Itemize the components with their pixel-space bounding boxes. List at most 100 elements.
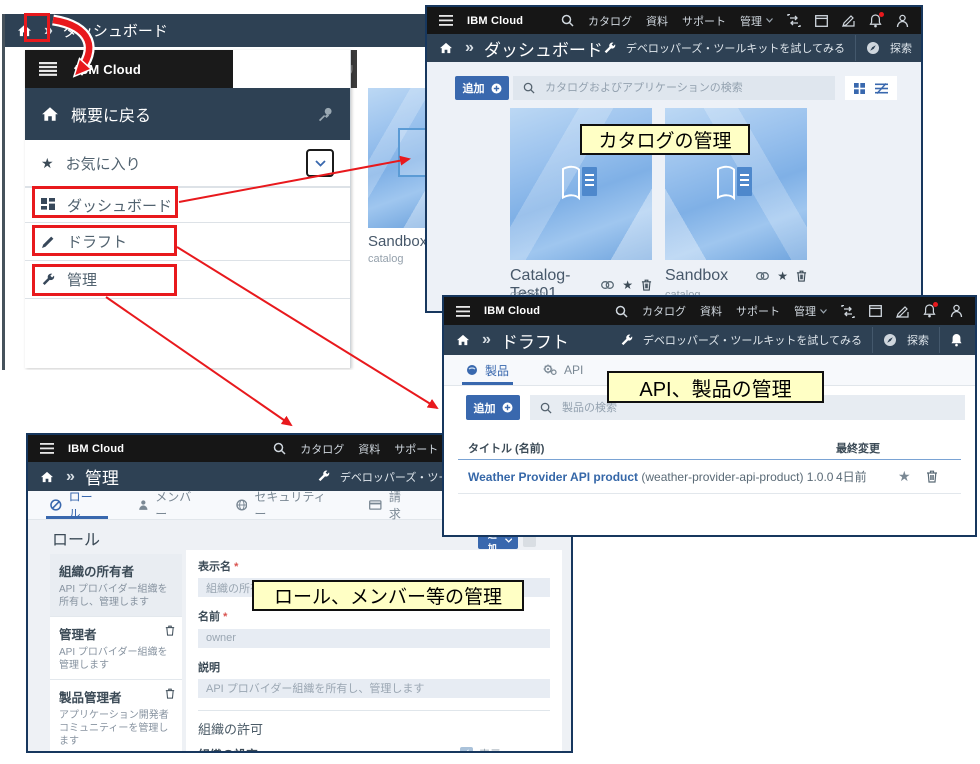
drafts-content: 追加 タイトル (名前) 最終変更 Weather Provider API p… bbox=[444, 386, 975, 535]
link-icon[interactable] bbox=[601, 281, 615, 289]
list-view-icon[interactable] bbox=[874, 82, 888, 94]
tab-members[interactable]: メンバー bbox=[138, 490, 202, 521]
user-avatar-icon[interactable] bbox=[896, 14, 909, 28]
window-icon[interactable] bbox=[869, 305, 882, 317]
catalog-search-input[interactable] bbox=[543, 81, 825, 95]
explore-link[interactable]: 探索 bbox=[907, 332, 929, 348]
switch-account-icon[interactable] bbox=[787, 14, 801, 27]
trash-icon[interactable] bbox=[165, 625, 175, 636]
role-desc: アプリケーション開発者コミュニティーを管理します bbox=[59, 710, 169, 747]
expand-menu-button[interactable]: » bbox=[482, 331, 491, 349]
product-link[interactable]: Weather Provider API product bbox=[468, 470, 638, 484]
search-icon[interactable] bbox=[615, 305, 628, 318]
page-header: » ドラフト デベロッパーズ・ツールキットを試してみる 探索 bbox=[444, 325, 975, 355]
explore-compass-icon[interactable] bbox=[866, 41, 880, 55]
add-button[interactable]: 追加 bbox=[455, 76, 509, 100]
annotated-screenshot-composite: » ダッシュボード リソースとオファリン Sandbox catalog bbox=[0, 0, 980, 764]
separator bbox=[939, 327, 940, 353]
section-title: ロール bbox=[52, 532, 101, 549]
table-row[interactable]: Weather Provider API product (weather-pr… bbox=[458, 460, 961, 494]
search-icon[interactable] bbox=[561, 14, 574, 27]
nav-manage[interactable]: 管理 bbox=[740, 13, 773, 29]
window-icon[interactable] bbox=[815, 14, 828, 27]
product-detail: (weather-provider-api-product) 1.0.0 bbox=[641, 469, 834, 484]
trash-icon[interactable] bbox=[926, 470, 938, 483]
star-icon[interactable]: ★ bbox=[898, 468, 911, 485]
notifications-bell-icon[interactable] bbox=[869, 11, 884, 28]
hamburger-icon[interactable] bbox=[40, 443, 54, 454]
explore-link[interactable]: 探索 bbox=[890, 40, 912, 56]
catalog-book-icon bbox=[562, 165, 597, 201]
toolkit-link[interactable]: デベロッパーズ・ツールキットを試してみる bbox=[626, 40, 845, 56]
tab-products[interactable]: 製品 bbox=[461, 355, 514, 385]
switch-account-icon[interactable] bbox=[841, 304, 855, 318]
bell-icon[interactable] bbox=[950, 333, 963, 347]
nav-catalog[interactable]: カタログ bbox=[300, 441, 344, 457]
trash-icon[interactable] bbox=[641, 279, 652, 291]
nav-docs[interactable]: 資料 bbox=[646, 13, 668, 29]
tile-name[interactable]: Sandbox bbox=[665, 267, 728, 285]
star-icon[interactable]: ★ bbox=[777, 270, 788, 282]
hamburger-icon[interactable] bbox=[39, 62, 57, 76]
menu-item-overview-label: 概要に戻る bbox=[71, 108, 152, 125]
name-field[interactable] bbox=[198, 628, 550, 648]
expand-menu-button[interactable]: » bbox=[465, 39, 474, 57]
menu-item-overview[interactable]: 概要に戻る bbox=[25, 88, 350, 140]
home-icon[interactable] bbox=[456, 334, 470, 346]
nav-docs[interactable]: 資料 bbox=[358, 441, 380, 457]
plus-circle-icon bbox=[491, 83, 501, 93]
nav-catalog[interactable]: カタログ bbox=[642, 303, 686, 319]
role-item[interactable]: 管理者 API プロバイダー組織を管理します bbox=[50, 616, 182, 679]
search-icon bbox=[523, 82, 535, 94]
toolkit-link[interactable]: デベロッパーズ・ツールキットを試してみる bbox=[643, 332, 862, 348]
table-header-title: タイトル (名前) bbox=[468, 443, 545, 455]
nav-support[interactable]: サポート bbox=[394, 441, 438, 457]
role-name: 管理者 bbox=[59, 628, 97, 642]
tab-security[interactable]: セキュリティー bbox=[236, 490, 336, 521]
search-icon[interactable] bbox=[273, 442, 286, 455]
nav-docs[interactable]: 資料 bbox=[700, 303, 722, 319]
tab-roles[interactable]: ロール bbox=[46, 490, 108, 521]
link-icon[interactable] bbox=[756, 272, 770, 280]
nav-manage[interactable]: 管理 bbox=[794, 303, 827, 319]
nav-support[interactable]: サポート bbox=[682, 13, 726, 29]
separator bbox=[855, 35, 857, 61]
menu-item-favorites[interactable]: ★ お気に入り bbox=[25, 140, 350, 187]
role-desc: API プロバイダー組織を所有し、管理します bbox=[59, 584, 168, 608]
brand-logo[interactable]: IBM Cloud bbox=[68, 443, 124, 455]
user-avatar-icon[interactable] bbox=[950, 304, 963, 318]
security-globe-icon bbox=[236, 499, 248, 511]
wrench-icon bbox=[620, 334, 633, 347]
explore-compass-icon[interactable] bbox=[883, 333, 897, 347]
description-field[interactable] bbox=[198, 678, 550, 698]
grid-view-icon[interactable] bbox=[854, 82, 866, 94]
brand-logo[interactable]: IBM Cloud bbox=[484, 305, 540, 317]
home-icon[interactable] bbox=[439, 42, 453, 54]
tab-api[interactable]: API bbox=[543, 355, 583, 385]
star-icon[interactable]: ★ bbox=[622, 279, 633, 291]
notification-dot bbox=[879, 11, 884, 17]
pin-icon[interactable] bbox=[317, 106, 334, 123]
role-item-selected[interactable]: 組織の所有者 API プロバイダー組織を所有し、管理します bbox=[50, 554, 182, 616]
hamburger-icon[interactable] bbox=[456, 305, 470, 317]
home-icon[interactable] bbox=[40, 471, 54, 483]
hamburger-icon[interactable] bbox=[439, 15, 453, 26]
add-button[interactable]: 追加 bbox=[466, 395, 520, 420]
drafts-window: IBM Cloud カタログ 資料 サポート 管理 » ドラフト デベロッパーズ… bbox=[442, 295, 977, 537]
brand-logo[interactable]: IBM Cloud bbox=[467, 15, 523, 27]
notifications-bell-icon[interactable] bbox=[923, 302, 938, 318]
checkbox-checked-icon[interactable]: ✓ bbox=[460, 747, 473, 751]
favorites-expand-button[interactable] bbox=[306, 149, 334, 177]
nav-catalog[interactable]: カタログ bbox=[588, 13, 632, 29]
role-item[interactable]: 製品管理者 アプリケーション開発者コミュニティーを管理します bbox=[50, 679, 182, 751]
nav-support[interactable]: サポート bbox=[736, 303, 780, 319]
separator bbox=[872, 327, 873, 353]
expand-menu-button[interactable]: » bbox=[66, 468, 75, 486]
trash-icon[interactable] bbox=[796, 270, 807, 282]
edit-icon[interactable] bbox=[842, 14, 855, 27]
trash-icon[interactable] bbox=[165, 688, 175, 699]
chevron-down-icon bbox=[314, 159, 326, 167]
tab-billing[interactable]: 請求 bbox=[369, 490, 412, 521]
catalog-search[interactable] bbox=[513, 76, 835, 100]
edit-icon[interactable] bbox=[896, 305, 909, 318]
